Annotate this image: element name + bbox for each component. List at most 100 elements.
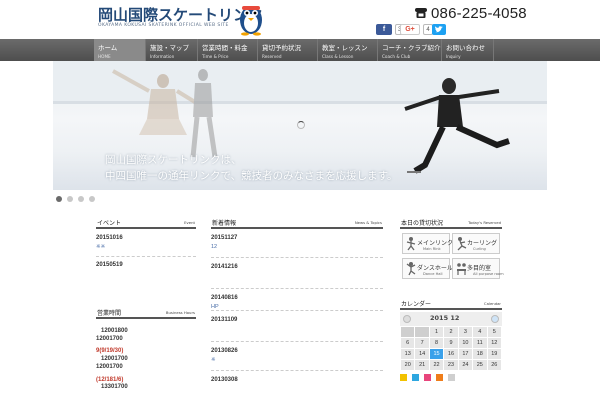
section-subtitle: News & Topics	[354, 220, 382, 225]
calendar-day[interactable]: 2	[444, 327, 458, 337]
nav-sublabel: Class & Lesson	[322, 54, 354, 59]
phone-number: 086-225-4058	[414, 4, 527, 22]
section-subtitle: Business Hours	[165, 310, 195, 315]
calendar-day[interactable]: 16	[444, 349, 458, 359]
calendar-day[interactable]: 20	[401, 360, 415, 370]
twitter-icon[interactable]	[432, 24, 446, 35]
calendar-day[interactable]: 8	[429, 338, 444, 348]
nav-item-coach-club[interactable]: コーチ・クラブ紹介 Coach & Club	[378, 39, 442, 61]
legend-swatch	[424, 374, 431, 381]
calendar-day[interactable]: 24	[458, 360, 473, 370]
calendar-day[interactable]: 14	[415, 349, 429, 359]
calendar-day[interactable]: 9	[444, 338, 458, 348]
calendar-day[interactable]: 23	[444, 360, 458, 370]
rink-all-purpose[interactable]: 多目的室 All purpose room	[452, 258, 504, 279]
hours-line: 9(9/19/30)	[96, 348, 124, 355]
nav-item-time-price[interactable]: 営業時間・料金 Time & Price	[198, 39, 258, 61]
rink-sublabel: Dance Hall	[423, 272, 443, 276]
nav-item-class-lesson[interactable]: 教室・レッスン Class & Lesson	[318, 39, 378, 61]
news-link[interactable]: ※	[211, 357, 383, 363]
rink-dance-hall[interactable]: ダンスホール Dance Hall	[402, 258, 453, 279]
calendar-day[interactable]: 26	[487, 360, 501, 370]
calendar-day[interactable]: 18	[473, 349, 487, 359]
rink-curling[interactable]: カーリング Curling	[452, 233, 500, 254]
list-item: 20140816 HP	[211, 289, 383, 310]
calendar-week: 20 21 22 23 24 25 26	[401, 360, 501, 370]
calendar-day[interactable]: 4	[473, 327, 487, 337]
calendar-day[interactable]: 6	[401, 338, 415, 348]
slider-dot[interactable]	[89, 196, 95, 202]
calendar-day[interactable]: 10	[458, 338, 473, 348]
news-date: 20130826	[211, 348, 238, 354]
slider-dot[interactable]	[67, 196, 73, 202]
event-link[interactable]: ※※	[96, 244, 196, 250]
slider-pagination	[56, 196, 100, 202]
section-title: カレンダー	[401, 301, 432, 308]
event-header: イベント Event	[96, 217, 196, 229]
calendar-day[interactable]: 17	[458, 349, 473, 359]
calendar-day[interactable]: 3	[458, 327, 473, 337]
calendar-day[interactable]: 15	[429, 349, 444, 359]
site-logo[interactable]: 岡山国際スケートリンク OKAYAMA KOKUSAI SKATERINK OF…	[96, 2, 272, 37]
hours-line: 13301700	[101, 384, 128, 391]
nav-item-information[interactable]: 施設・マップ Information	[146, 39, 198, 61]
calendar-week: 12345	[401, 327, 501, 337]
google-plus-icon[interactable]: G+	[400, 24, 420, 35]
rink-label: 多目的室	[467, 265, 492, 272]
news-header: 新着情報 News & Topics	[211, 217, 383, 229]
calendar-day[interactable]: 21	[415, 360, 429, 370]
list-item: 20141216	[211, 258, 383, 288]
section-title: 営業時間	[97, 310, 122, 317]
slider-dot[interactable]	[78, 196, 84, 202]
hero-slider[interactable]: 岡山国際スケートリンクは、 中四国唯一の通年リンクで、競技者のみなさまを応援しま…	[53, 61, 547, 190]
rink-sublabel: Main Rink	[423, 247, 441, 251]
nav-item-home[interactable]: ホーム HOME	[94, 39, 146, 61]
slider-dot[interactable]	[56, 196, 62, 202]
calendar-day[interactable]: 7	[415, 338, 429, 348]
calendar-day[interactable]: 12	[487, 338, 501, 348]
nav-item-reserved[interactable]: 貸切予約状況 Reserved	[258, 39, 318, 61]
nav-sublabel: Inquiry	[446, 54, 461, 59]
hours-line: (12/181/6)	[96, 376, 124, 383]
rink-main[interactable]: メインリンク Main Rink	[402, 233, 453, 254]
nav-label: 営業時間・料金	[202, 44, 248, 52]
nav-label: ホーム	[98, 44, 118, 52]
facebook-icon[interactable]: f	[376, 24, 392, 35]
prev-month-icon[interactable]	[403, 315, 411, 323]
nav-sublabel: HOME	[98, 54, 111, 59]
nav-sublabel: Time & Price	[202, 54, 229, 59]
news-link[interactable]: 12	[211, 244, 383, 250]
rink-sublabel: Curling	[473, 247, 486, 251]
next-month-icon[interactable]	[491, 315, 499, 323]
nav-label: コーチ・クラブ紹介	[382, 44, 441, 52]
calendar-day[interactable]: 19	[487, 349, 501, 359]
calendar-day[interactable]: 1	[429, 327, 444, 337]
section-subtitle: Calendar	[483, 301, 501, 306]
legend-swatch	[412, 374, 419, 381]
legend-swatch	[448, 374, 455, 381]
event-column: イベント Event 20151016 ※※ 20150519 営業時間 Bus…	[96, 217, 196, 392]
hours-header: 営業時間 Business Hours	[96, 307, 196, 319]
nav-item-inquiry[interactable]: お問い合わせ Inquiry	[442, 39, 494, 61]
legend-swatch	[436, 374, 443, 381]
rink-grid: メインリンク Main Rink カーリング Curling ダンスホール Da…	[400, 229, 504, 283]
google-plus-share[interactable]: G+ 4	[400, 24, 433, 35]
list-item: 20130308	[211, 371, 383, 391]
calendar-day[interactable]: 22	[429, 360, 444, 370]
news-date: 20131109	[211, 317, 238, 323]
phone-text: 086-225-4058	[431, 4, 527, 22]
section-title: 本日の貸切状況	[401, 220, 444, 227]
calendar-day[interactable]: 13	[401, 349, 415, 359]
nav-label: 貸切予約状況	[262, 44, 301, 52]
calendar-week: 13 14 15 16 17 18 19	[401, 349, 501, 359]
section-title: イベント	[97, 220, 122, 227]
section-subtitle: Today's Reserved	[468, 220, 501, 225]
calendar-day[interactable]: 11	[473, 338, 487, 348]
section-title: 新着情報	[212, 220, 237, 227]
twitter-share[interactable]	[432, 24, 446, 35]
calendar-day[interactable]: 25	[473, 360, 487, 370]
reserved-status-column: 本日の貸切状況 Today's Reserved メインリンク Main Rin…	[400, 217, 504, 283]
rink-label: ダンスホール	[417, 265, 453, 272]
nav-sublabel: Information	[150, 54, 175, 59]
calendar-day[interactable]: 5	[487, 327, 501, 337]
